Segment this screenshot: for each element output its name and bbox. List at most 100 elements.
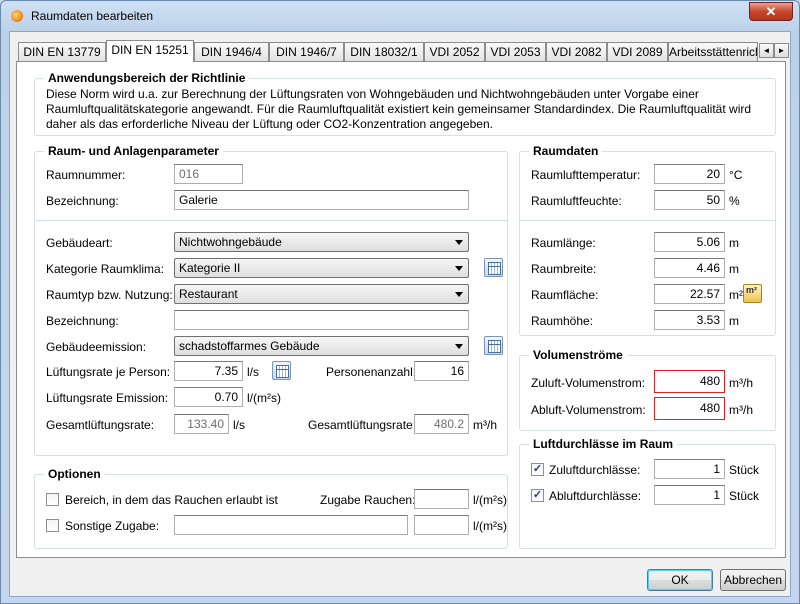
rate-emission-label: Lüftungsrate Emission: — [46, 391, 169, 405]
supply-flow-unit: m³/h — [729, 376, 753, 390]
humidity-unit: % — [729, 194, 740, 208]
building-type-value: Nichtwohngebäude — [179, 235, 282, 249]
humidity-label: Raumluftfeuchte: — [531, 194, 622, 208]
room-length-field[interactable]: 5.06 — [654, 232, 725, 252]
climate-table-button[interactable] — [484, 258, 503, 277]
other-extra-text-field[interactable] — [174, 515, 408, 535]
outlets-title: Luftdurchlässe im Raum — [529, 437, 678, 451]
supply-outlets-unit: Stück — [729, 463, 760, 477]
total-rate2-label: Gesamtlüftungsrate: — [308, 418, 417, 432]
tab-vdi-2089[interactable]: VDI 2089 — [607, 42, 668, 61]
temperature-field[interactable]: 20 — [654, 164, 725, 184]
room-length-label: Raumlänge: — [531, 236, 596, 250]
total-rate-field[interactable]: 133.40 — [174, 414, 229, 434]
tab-din-en-13779[interactable]: DIN EN 13779 — [18, 42, 106, 61]
smoking-label[interactable]: Bereich, in dem das Rauchen erlaubt ist — [65, 493, 278, 507]
room-title: Raumdaten — [529, 144, 603, 158]
climate-category-select[interactable]: Kategorie II — [174, 258, 469, 278]
outlets-group: Luftdurchlässe im Raum ✓ Zuluftdurchläss… — [519, 437, 776, 549]
title-bar[interactable]: Raumdaten bearbeiten ✕ — [1, 1, 799, 31]
params-separator — [35, 220, 507, 221]
smoking-extra-unit: l/(m²s) — [473, 493, 507, 507]
params-title: Raum- und Anlagenparameter — [44, 144, 223, 158]
cancel-button[interactable]: Abbrechen — [720, 569, 786, 591]
rate-person-field[interactable]: 7.35 — [174, 361, 243, 381]
room-height-field[interactable]: 3.53 — [654, 310, 725, 330]
exhaust-flow-unit: m³/h — [729, 403, 753, 417]
total-rate2-field[interactable]: 480.2 — [414, 414, 469, 434]
tab-vdi-2082[interactable]: VDI 2082 — [546, 42, 607, 61]
tab-din-1946-4[interactable]: DIN 1946/4 — [194, 42, 269, 61]
other-extra-label[interactable]: Sonstige Zugabe: — [65, 519, 159, 533]
climate-category-label: Kategorie Raumklima: — [46, 262, 165, 276]
tab-vdi-2052[interactable]: VDI 2052 — [424, 42, 485, 61]
close-button[interactable]: ✕ — [749, 2, 793, 21]
tab-arbeitsstaettenrichtlinie[interactable]: Arbeitsstättenricht — [668, 42, 758, 61]
room-width-label: Raumbreite: — [531, 262, 597, 276]
room-type-value: Restaurant — [179, 287, 238, 301]
rate-emission-field[interactable]: 0.70 — [174, 387, 243, 407]
humidity-field[interactable]: 50 — [654, 190, 725, 210]
designation-field[interactable]: Galerie — [174, 190, 469, 210]
options-group: Optionen Bereich, in dem das Rauchen erl… — [34, 467, 508, 549]
supply-outlets-field[interactable]: 1 — [654, 459, 725, 479]
room-type-label: Raumtyp bzw. Nutzung: — [46, 288, 173, 302]
room-width-field[interactable]: 4.46 — [654, 258, 725, 278]
emission-select[interactable]: schadstoffarmes Gebäude — [174, 336, 469, 356]
tab-scroll-right-button[interactable]: ► — [774, 43, 789, 58]
building-type-label: Gebäudeart: — [46, 236, 113, 250]
chevron-down-icon — [455, 292, 463, 297]
climate-category-value: Kategorie II — [179, 261, 241, 275]
persons-label: Personenanzahl: — [326, 365, 417, 379]
window-title: Raumdaten bearbeiten — [31, 9, 154, 23]
room-length-unit: m — [729, 236, 739, 250]
params-group: Raum- und Anlagenparameter Raumnummer: 0… — [34, 144, 508, 456]
scope-title: Anwendungsbereich der Richtlinie — [44, 71, 250, 85]
supply-flow-field[interactable]: 480 — [654, 370, 725, 393]
rate-person-table-button[interactable] — [272, 361, 291, 380]
smoking-checkbox[interactable] — [46, 493, 59, 506]
smoking-extra-field[interactable] — [414, 489, 469, 509]
supply-flow-label: Zuluft-Volumenstrom: — [531, 376, 646, 390]
temperature-unit: °C — [729, 168, 743, 182]
emission-table-button[interactable] — [484, 336, 503, 355]
tab-din-18032-1[interactable]: DIN 18032/1 — [344, 42, 424, 61]
smoking-extra-label: Zugabe Rauchen: — [320, 493, 416, 507]
exhaust-flow-field[interactable]: 480 — [654, 397, 725, 420]
room-height-label: Raumhöhe: — [531, 314, 594, 328]
other-extra-checkbox[interactable] — [46, 519, 59, 532]
designation2-field[interactable] — [174, 310, 469, 330]
rate-emission-unit: l/(m²s) — [247, 391, 281, 405]
exhaust-outlets-label[interactable]: Abluftdurchlässe: — [549, 489, 641, 503]
area-icon: m² — [746, 285, 757, 295]
supply-outlets-label[interactable]: Zuluftdurchlässe: — [549, 463, 640, 477]
tab-din-en-15251[interactable]: DIN EN 15251 — [106, 40, 194, 62]
dialog-client-area: DIN EN 13779 DIN EN 15251 DIN 1946/4 DIN… — [9, 31, 791, 597]
ok-button[interactable]: OK — [647, 569, 713, 591]
tab-vdi-2053[interactable]: VDI 2053 — [485, 42, 546, 61]
volume-group: Volumenströme Zuluft-Volumenstrom: 480 m… — [519, 348, 776, 431]
room-area-field[interactable]: 22.57 — [654, 284, 725, 304]
room-group: Raumdaten Raumlufttemperatur: 20 °C Raum… — [519, 144, 776, 336]
options-title: Optionen — [44, 467, 105, 481]
designation2-label: Bezeichnung: — [46, 314, 119, 328]
temperature-label: Raumlufttemperatur: — [531, 168, 641, 182]
room-type-select[interactable]: Restaurant — [174, 284, 469, 304]
exhaust-outlets-field[interactable]: 1 — [654, 485, 725, 505]
total-rate2-unit: m³/h — [473, 418, 497, 432]
tab-din-1946-7[interactable]: DIN 1946/7 — [269, 42, 344, 61]
supply-outlets-checkbox[interactable]: ✓ — [531, 463, 544, 476]
exhaust-flow-label: Abluft-Volumenstrom: — [531, 403, 646, 417]
area-calculator-button[interactable]: m² — [743, 284, 762, 303]
exhaust-outlets-checkbox[interactable]: ✓ — [531, 489, 544, 502]
total-rate-unit: l/s — [233, 418, 245, 432]
tab-scroll-left-button[interactable]: ◄ — [759, 43, 774, 58]
other-extra-value-field[interactable] — [414, 515, 469, 535]
persons-field[interactable]: 16 — [414, 361, 469, 381]
room-height-unit: m — [729, 314, 739, 328]
room-area-label: Raumfläche: — [531, 288, 599, 302]
room-width-unit: m — [729, 262, 739, 276]
room-number-label: Raumnummer: — [46, 168, 126, 182]
room-number-field[interactable]: 016 — [174, 164, 243, 184]
building-type-select[interactable]: Nichtwohngebäude — [174, 232, 469, 252]
